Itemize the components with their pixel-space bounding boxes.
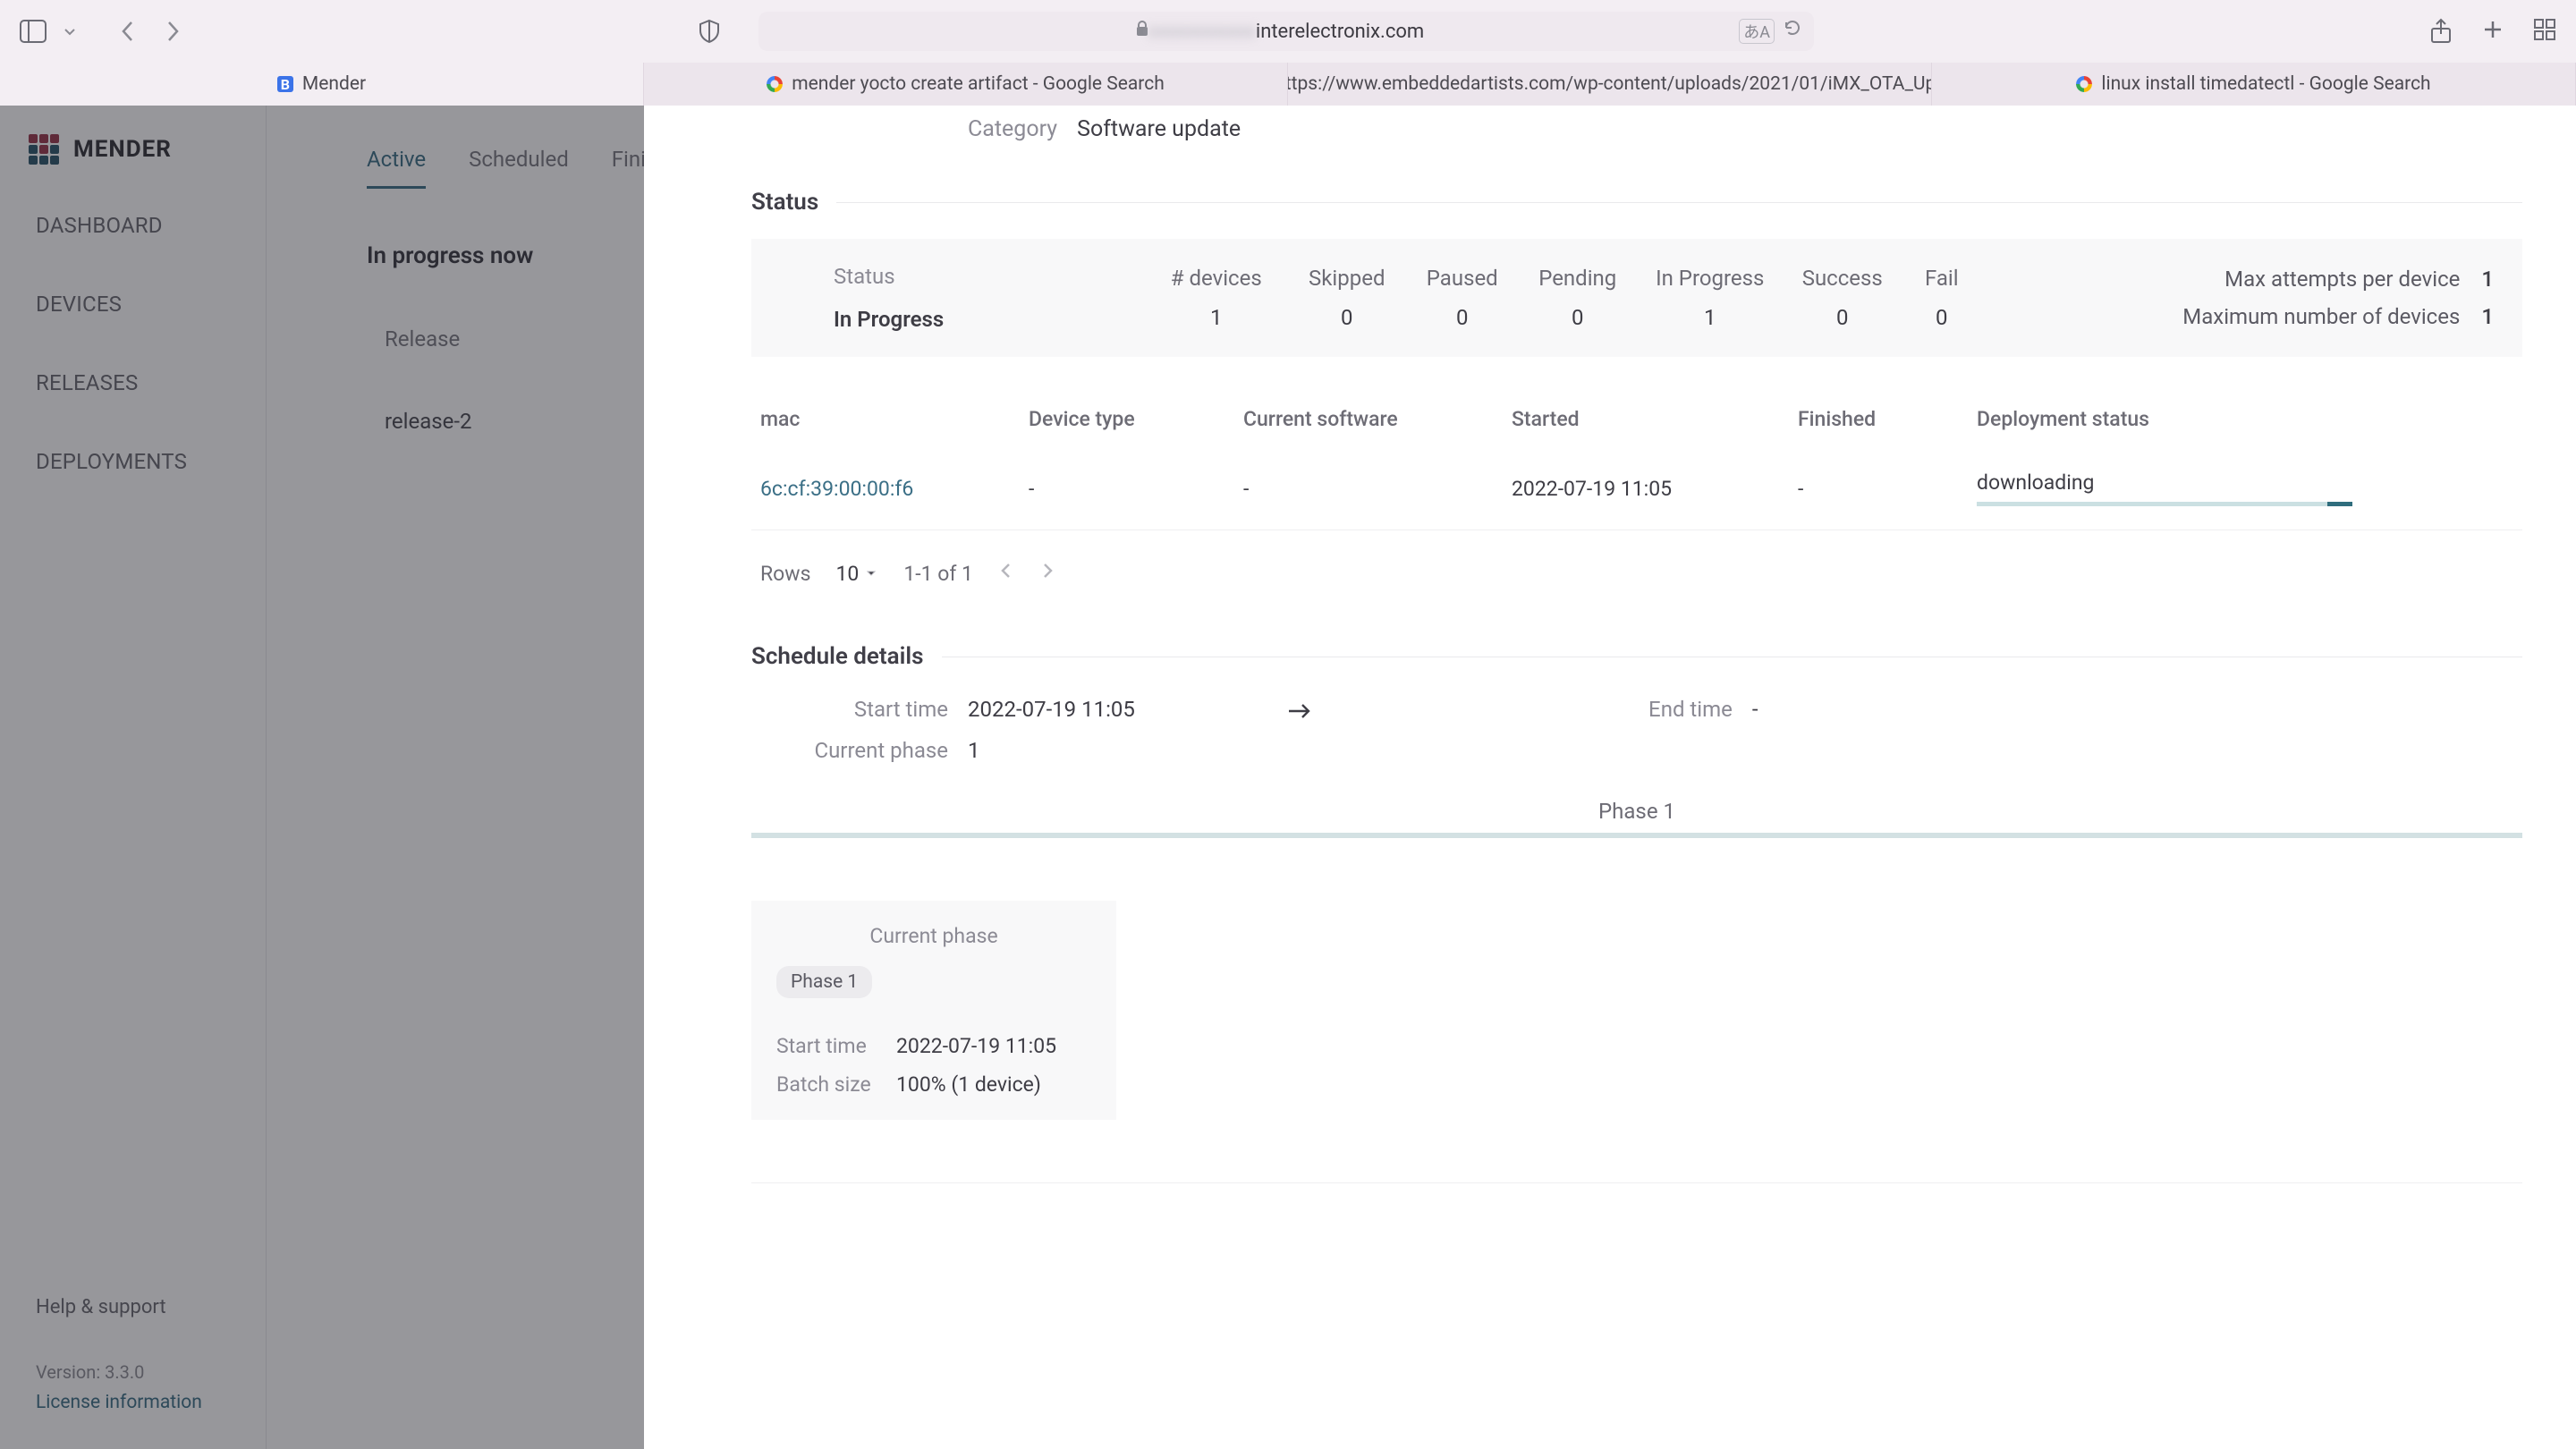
current-phase-value: 1: [968, 738, 980, 763]
num-inprogress: 1: [1655, 305, 1766, 330]
phase-start-label: Start time: [776, 1034, 880, 1058]
table-row[interactable]: 6c:cf:39:00:00:f6 - - 2022-07-19 11:05 -…: [751, 447, 2522, 530]
max-attempts-label: Max attempts per device: [2224, 267, 2460, 292]
status-summary: Status In Progress # devices Skipped Pau…: [751, 239, 2522, 357]
favicon-icon: [2076, 76, 2092, 92]
phase-bar-label: Phase 1: [751, 799, 2522, 824]
category-label: Category: [968, 116, 1057, 142]
phase-card: Current phase Phase 1 Start time 2022-07…: [751, 901, 1116, 1120]
cell-started: 2022-07-19 11:05: [1503, 447, 1789, 530]
phase-chip: Phase 1: [776, 966, 872, 998]
category-value: Software update: [1077, 116, 1241, 142]
pagination: Rows 10 1-1 of 1: [760, 561, 2522, 586]
th-depstatus[interactable]: Deployment status: [1968, 391, 2522, 447]
end-time-label: End time: [1572, 697, 1733, 722]
tab-label: linux install timedatectl - Google Searc…: [2101, 73, 2430, 95]
rows-label: Rows: [760, 562, 810, 586]
privacy-shield-icon[interactable]: [698, 19, 721, 44]
status-value: In Progress: [834, 307, 944, 332]
num-fail: 0: [1919, 305, 1964, 330]
cell-mac[interactable]: 6c:cf:39:00:00:f6: [751, 447, 1020, 530]
th-mac[interactable]: mac: [751, 391, 1020, 447]
num-devices: 1: [1163, 305, 1270, 330]
browser-tab-strip: B Mender mender yocto create artifact - …: [0, 63, 2576, 106]
cell-depstatus: downloading: [1968, 447, 2522, 530]
reload-icon[interactable]: [1784, 19, 1801, 44]
num-skipped: 0: [1306, 305, 1388, 330]
start-time-label: Start time: [787, 697, 948, 722]
back-button[interactable]: [118, 19, 138, 44]
new-tab-icon[interactable]: [2481, 18, 2504, 45]
divider: [751, 1182, 2522, 1183]
deployment-detail-panel: Category Software update Status Status I…: [644, 106, 2576, 1449]
col-skipped: Skipped: [1306, 266, 1388, 291]
num-success: 0: [1801, 305, 1884, 330]
rows-select[interactable]: 10: [835, 562, 878, 586]
end-time-value: -: [1752, 697, 1758, 722]
num-pending: 0: [1537, 305, 1619, 330]
max-attempts-value: 1: [2481, 267, 2494, 292]
th-finished[interactable]: Finished: [1789, 391, 1968, 447]
progress-bar: [1977, 502, 2352, 506]
browser-tab[interactable]: mender yocto create artifact - Google Se…: [644, 63, 1288, 106]
browser-tab[interactable]: E https://www.embeddedartists.com/wp-con…: [1288, 63, 1932, 106]
cell-devicetype: -: [1020, 447, 1234, 530]
schedule-section-title: Schedule details: [751, 643, 2522, 670]
devices-table: mac Device type Current software Started…: [751, 391, 2522, 530]
browser-tab[interactable]: B Mender: [0, 63, 644, 106]
page-prev[interactable]: [998, 561, 1014, 586]
depstatus-text: downloading: [1977, 470, 2094, 495]
status-section-title: Status: [751, 189, 2522, 216]
th-currentsw[interactable]: Current software: [1234, 391, 1503, 447]
max-devices-label: Maximum number of devices: [2182, 304, 2460, 329]
page-next[interactable]: [1039, 561, 1055, 586]
col-pending: Pending: [1537, 266, 1619, 291]
start-time-value: 2022-07-19 11:05: [968, 697, 1135, 722]
share-icon[interactable]: [2429, 18, 2453, 45]
forward-button[interactable]: [163, 19, 182, 44]
cell-finished: -: [1789, 447, 1968, 530]
col-paused: Paused: [1424, 266, 1501, 291]
browser-toolbar: xxxxxxxxxxx interelectronix.com あA: [0, 0, 2576, 63]
num-paused: 0: [1424, 305, 1501, 330]
address-bar[interactable]: xxxxxxxxxxx interelectronix.com あA: [758, 12, 1814, 51]
tab-label: mender yocto create artifact - Google Se…: [792, 73, 1165, 95]
chevron-down-icon[interactable]: [63, 24, 77, 38]
page-range: 1-1 of 1: [903, 562, 973, 586]
sidebar-toggle-icon[interactable]: [20, 20, 47, 43]
col-success: Success: [1801, 266, 1884, 291]
cell-currentsw: -: [1234, 447, 1503, 530]
phase-start-value: 2022-07-19 11:05: [896, 1034, 1056, 1058]
th-devicetype[interactable]: Device type: [1020, 391, 1234, 447]
col-fail: Fail: [1919, 266, 1964, 291]
th-started[interactable]: Started: [1503, 391, 1789, 447]
favicon-icon: [767, 76, 783, 92]
col-inprogress: In Progress: [1655, 266, 1766, 291]
max-devices-value: 1: [2481, 304, 2494, 329]
phase-card-title: Current phase: [776, 924, 1091, 948]
phase-batch-value: 100% (1 device): [896, 1072, 1041, 1097]
tab-label: https://www.embeddedartists.com/wp-conte…: [1288, 73, 1932, 95]
status-label: Status: [834, 264, 944, 289]
browser-tab[interactable]: linux install timedatectl - Google Searc…: [1932, 63, 2576, 106]
current-phase-label: Current phase: [787, 738, 948, 763]
col-devices: # devices: [1163, 266, 1270, 291]
tab-label: Mender: [302, 73, 366, 95]
translate-icon[interactable]: あA: [1739, 19, 1775, 44]
arrow-right-icon: [1287, 700, 1312, 727]
favicon-icon: B: [277, 76, 293, 92]
tab-overview-icon[interactable]: [2533, 18, 2556, 45]
phase-progress-track: [751, 833, 2522, 838]
url-domain: interelectronix.com: [1256, 21, 1424, 43]
phase-batch-label: Batch size: [776, 1072, 880, 1097]
